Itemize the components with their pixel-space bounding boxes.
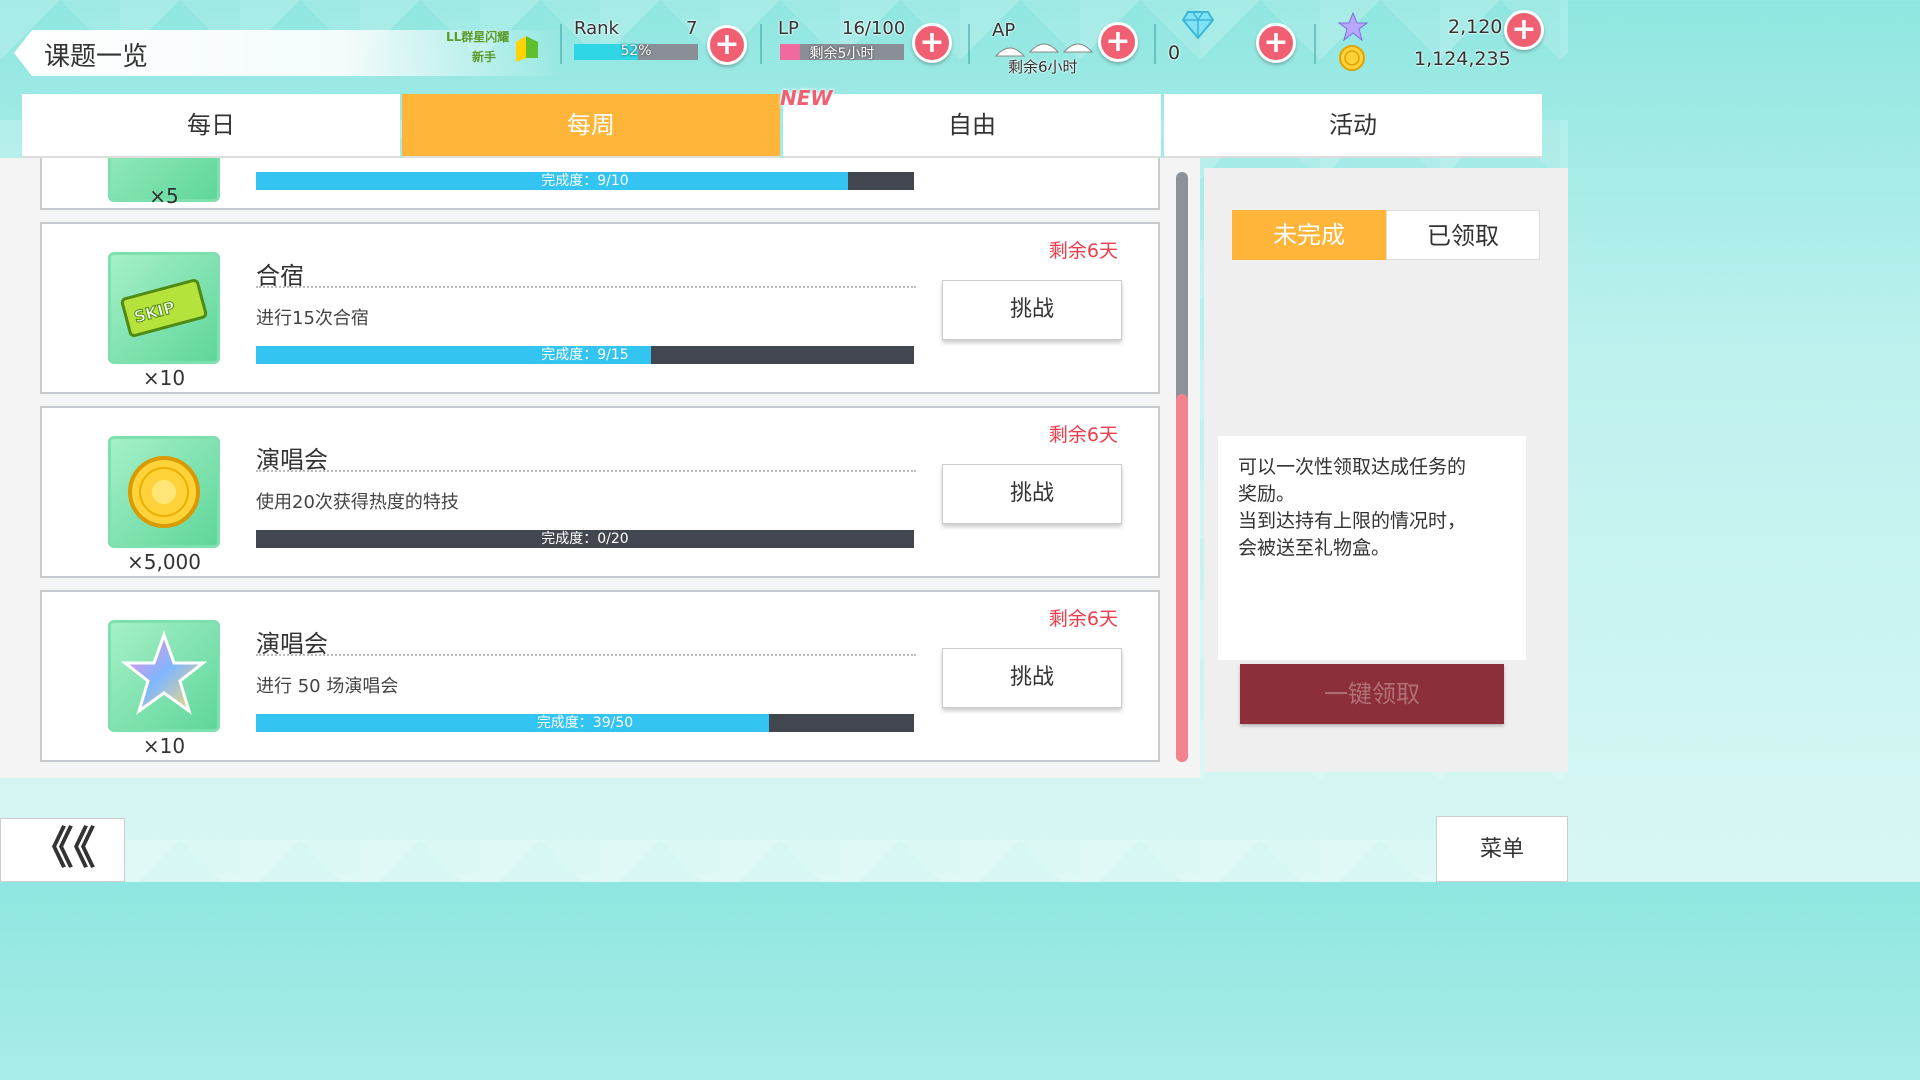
lp-bar: 剩余5小时 (780, 44, 904, 62)
filter-incomplete-button[interactable]: 未完成 (1232, 210, 1386, 260)
divider (760, 24, 762, 64)
divider (1154, 24, 1156, 64)
challenge-button[interactable]: 挑战 (942, 464, 1122, 524)
rainbow-star-icon (108, 620, 220, 732)
tab-event[interactable]: 活动 (1164, 94, 1542, 158)
info-text-line: 会被送至礼物盒。 (1238, 537, 1391, 559)
rank-plus-button[interactable]: + (707, 25, 747, 65)
rank-progress-bar: 52% (574, 43, 698, 60)
quest-description: 使用20次获得热度的特技 (256, 492, 459, 513)
info-text-line: 可以一次性领取达成任务的 (1238, 456, 1467, 478)
new-badge: NEW (780, 86, 833, 110)
lp-value: 16/100 (842, 18, 906, 39)
rank-value: 7 (686, 18, 698, 39)
lp-label: LP (778, 18, 799, 39)
quest-card: ×5 完成度：9/10 (40, 158, 1160, 210)
menu-button[interactable]: 菜单 (1436, 816, 1568, 882)
reward-quantity: ×5,000 (126, 550, 201, 574)
quest-progress-text: 完成度：0/20 (541, 531, 629, 547)
remaining-time: 剩余6天 (1048, 608, 1118, 630)
scrollbar-thumb[interactable] (1176, 394, 1188, 762)
reward-quantity: ×10 (142, 366, 186, 390)
quest-progress-text: 完成度：9/15 (541, 347, 629, 363)
quest-progress-text: 完成度：39/50 (536, 715, 634, 731)
diamond-icon (1182, 11, 1214, 40)
remaining-time: 剩余6天 (1048, 424, 1118, 446)
badge-line1: LL群星闪耀 (446, 30, 510, 44)
divider (256, 654, 916, 656)
gem-plus-button[interactable]: + (1256, 23, 1296, 63)
claim-all-button[interactable]: 一键领取 (1240, 664, 1504, 724)
quest-progress-text: 完成度：9/10 (541, 173, 629, 189)
challenge-button[interactable]: 挑战 (942, 648, 1122, 708)
quest-progress-bar: 完成度：9/15 (256, 346, 914, 364)
quest-progress-bar: 完成度：9/10 (256, 172, 914, 190)
star-icon (1338, 12, 1368, 42)
page-title: 课题一览 (44, 42, 149, 72)
badge-line2: 新手 (472, 50, 497, 64)
beginner-badge: LL群星闪耀 新手 (446, 28, 546, 68)
quest-list[interactable]: ×5 完成度：9/10 SKIP ×10 合宿 进行15次合宿 完成度：9/15… (0, 158, 1200, 778)
star-currency-count: 2,120 (1448, 16, 1503, 38)
quest-progress-bar: 完成度：0/20 (256, 530, 914, 548)
divider (256, 286, 916, 288)
challenge-button[interactable]: 挑战 (942, 280, 1122, 340)
rank-progress-text: 52% (620, 43, 652, 59)
quest-description: 进行15次合宿 (256, 308, 369, 329)
remaining-time: 剩余6天 (1048, 240, 1118, 262)
ap-remaining-text: 剩余6小时 (1008, 58, 1078, 76)
quest-description: 进行 50 场演唱会 (256, 676, 399, 697)
info-text-line: 奖励。 (1238, 483, 1296, 505)
coin-icon (1339, 45, 1365, 71)
quest-card: ×5,000 演唱会 使用20次获得热度的特技 完成度：0/20 剩余6天 挑战 (40, 406, 1160, 578)
lp-plus-button[interactable]: + (912, 23, 952, 63)
gem-count: 0 (1168, 42, 1181, 64)
ap-plus-button[interactable]: + (1098, 22, 1138, 62)
divider (256, 470, 916, 472)
gold-coin-icon (108, 436, 220, 548)
star-plus-button[interactable]: + (1504, 10, 1544, 50)
scrollbar[interactable] (1176, 172, 1188, 762)
lp-remaining-text: 剩余5小时 (809, 46, 875, 62)
reward-quantity: ×10 (142, 734, 186, 758)
divider (968, 24, 970, 64)
coin-count: 1,124,235 (1414, 48, 1511, 70)
tab-weekly[interactable]: 每周 (402, 94, 780, 158)
filter-claimed-button[interactable]: 已领取 (1386, 210, 1540, 260)
quest-card: ×10 演唱会 进行 50 场演唱会 完成度：39/50 剩余6天 挑战 (40, 590, 1160, 762)
back-button[interactable]: 《《 (0, 818, 125, 882)
tab-free[interactable]: 自由 (783, 94, 1161, 158)
info-text-line: 当到达持有上限的情况时， (1238, 510, 1467, 532)
divider (1314, 24, 1316, 64)
rank-label: Rank (574, 18, 619, 39)
skip-ticket-icon: SKIP (108, 252, 220, 364)
quest-progress-bar: 完成度：39/50 (256, 714, 914, 732)
beginner-leaf-icon (516, 36, 538, 62)
divider (560, 24, 562, 64)
quest-card: SKIP ×10 合宿 进行15次合宿 完成度：9/15 剩余6天 挑战 (40, 222, 1160, 394)
info-box: 可以一次性领取达成任务的 奖励。 当到达持有上限的情况时， 会被送至礼物盒。 (1218, 436, 1526, 660)
tab-daily[interactable]: 每日 (22, 94, 400, 158)
reward-quantity: ×5 (149, 184, 179, 208)
